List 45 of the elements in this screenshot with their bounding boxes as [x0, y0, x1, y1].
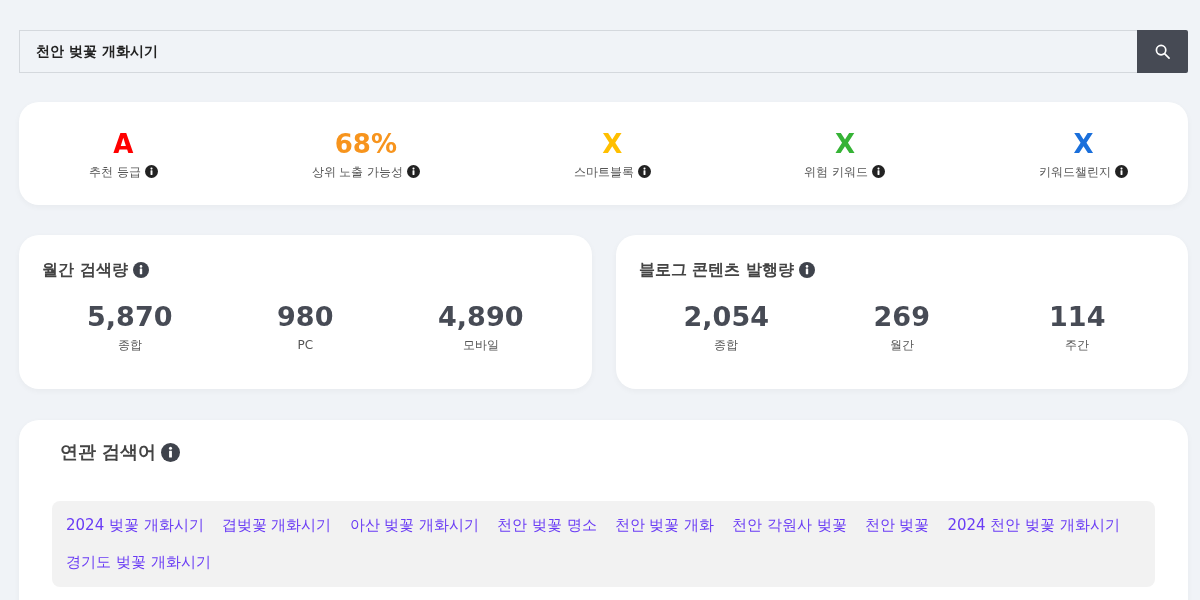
- grade-label: 추천 등급: [89, 163, 141, 180]
- info-icon[interactable]: [798, 262, 815, 278]
- keyword-link[interactable]: 천안 벚꽃: [864, 507, 930, 544]
- card-title: 연관 검색어: [60, 440, 157, 464]
- card-title: 월간 검색량: [42, 260, 128, 280]
- grade-label: 키워드챌린지: [1039, 163, 1111, 180]
- search-icon: [1155, 44, 1170, 59]
- metric-label: 월간: [889, 337, 914, 354]
- info-icon[interactable]: [144, 165, 158, 178]
- metric-label: PC: [297, 337, 314, 354]
- info-icon[interactable]: [132, 262, 149, 278]
- metric-label: 모바일: [462, 337, 499, 354]
- keyword-link[interactable]: 겹벚꽃 개화시기: [221, 507, 332, 544]
- grade-value: X: [602, 127, 623, 160]
- metric-value: 5,870: [87, 300, 173, 334]
- grade-value: X: [1073, 127, 1094, 160]
- info-icon[interactable]: [872, 165, 886, 178]
- metric-label: 주간: [1065, 337, 1090, 354]
- card-title: 블로그 콘텐츠 발행량: [638, 260, 794, 280]
- metric-value: 2,054: [683, 300, 769, 334]
- keyword-link[interactable]: 천안 벚꽃 개화: [614, 507, 715, 544]
- metric-label: 종합: [714, 337, 739, 354]
- grade-label: 스마트블록: [573, 163, 634, 180]
- keyword-link[interactable]: 경기도 벚꽃 개화시기: [66, 544, 211, 581]
- keyword-link[interactable]: 2024 천안 벚꽃 개화시기: [947, 507, 1120, 544]
- keyword-link[interactable]: 천안 각원사 벚꽃: [732, 507, 847, 544]
- info-icon[interactable]: [637, 165, 651, 178]
- grade-label: 상위 노출 가능성: [311, 163, 404, 180]
- grade-label: 위험 키워드: [804, 163, 869, 180]
- info-icon[interactable]: [1115, 165, 1128, 178]
- grade-value: 68%: [334, 127, 397, 160]
- keyword-link[interactable]: 아산 벚꽃 개화시기: [349, 507, 480, 544]
- metric-value: 4,890: [438, 300, 524, 334]
- info-icon[interactable]: [161, 442, 181, 462]
- search-button[interactable]: [1137, 30, 1188, 73]
- keyword-link[interactable]: 2024 벚꽃 개화시기: [66, 507, 204, 544]
- search-field[interactable]: 천안 벚꽃 개화시기: [19, 30, 1137, 73]
- metric-value: 269: [873, 300, 930, 334]
- metric-value: 114: [1049, 300, 1106, 334]
- keyword-link[interactable]: 천안 벚꽃 명소: [497, 507, 597, 544]
- grade-value: A: [113, 127, 134, 160]
- grade-value: X: [834, 127, 855, 160]
- metric-label: 종합: [117, 337, 142, 354]
- metric-value: 980: [277, 300, 334, 334]
- info-icon[interactable]: [407, 165, 421, 178]
